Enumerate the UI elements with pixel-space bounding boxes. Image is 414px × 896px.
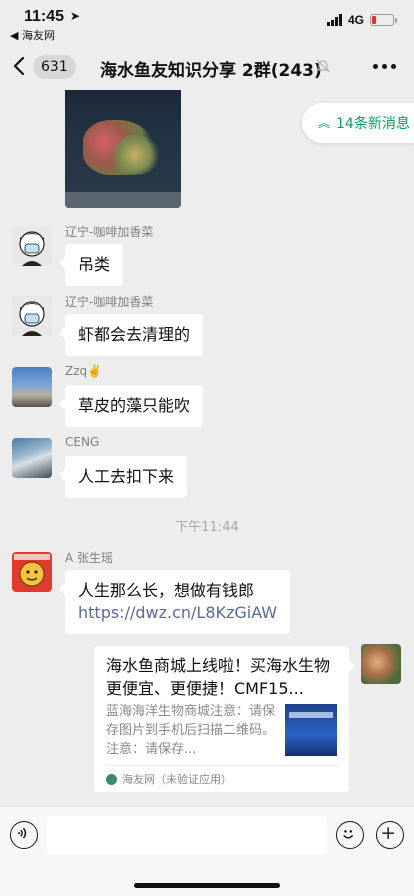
card-title: 海水鱼商城上线啦！买海水生物更便宜、更便捷！CMF15... [106,656,331,698]
message-link[interactable]: https://dwz.cn/L8KzGiAW [78,602,277,624]
app-logo-icon [106,773,117,785]
sender-name: Zzq✌️ [65,364,103,378]
unread-count-badge[interactable]: 631 [33,55,76,79]
sender-name: 辽宁-咖啡加香菜 [65,225,154,239]
avatar[interactable] [12,438,52,478]
avatar[interactable] [12,367,52,407]
new-messages-button[interactable]: ︽ 14条新消息 [302,103,414,143]
avatar[interactable] [12,226,52,266]
plus-icon[interactable] [376,821,404,849]
avatar[interactable] [12,552,52,592]
home-indicator [134,883,280,888]
time-separator: 下午11:44 [175,520,239,535]
link-card[interactable]: 海水鱼商城上线啦！买海水生物更便宜、更便捷！CMF15... 蓝海海洋生物商城注… [94,646,355,792]
card-source: 海友网（未验证应用） [106,771,232,787]
voice-icon[interactable] [10,821,38,849]
card-thumbnail [285,704,337,756]
emoji-icon[interactable] [336,821,364,849]
message-text: 人生那么长，想做有钱郎 [78,581,255,600]
status-indicators: 4G [326,13,397,27]
back-chevron-icon[interactable] [10,54,30,78]
battery-icon [370,14,397,26]
network-type: 4G [347,13,364,27]
double-chevron-up-icon: ︽ [318,116,331,130]
input-bar [0,806,414,896]
signal-icon [326,14,342,26]
message-bubble[interactable]: 虾都会去清理的 [58,314,204,356]
message-bubble[interactable]: 草皮的藻只能吹 [58,385,204,427]
more-options-icon[interactable] [373,64,396,69]
sender-name: CENG [65,435,100,449]
message-bubble[interactable]: 人生那么长，想做有钱郎 https://dwz.cn/L8KzGiAW [58,570,291,634]
sender-name: A 张生瑶 [65,551,114,565]
chat-area[interactable]: ︽ 14条新消息 辽宁-咖啡加香菜 吊类 辽宁-咖啡加香菜 虾都会去清理的 Zz… [0,90,414,806]
image-message[interactable] [65,90,181,208]
mute-bell-icon [316,59,330,73]
back-to-app-link[interactable]: ◀ 海友网 [10,27,55,43]
avatar[interactable] [12,296,52,336]
card-description: 蓝海海洋生物商城注意：请保存图片到手机后扫描二维码。注意：请保存... [106,704,276,757]
status-bar: 11:45 ➤ ◀ 海友网 4G [0,0,414,44]
message-bubble[interactable]: 人工去扣下来 [58,456,188,498]
my-avatar[interactable] [361,644,401,684]
message-bubble[interactable]: 吊类 [58,244,124,286]
divider [106,765,339,766]
card-source-label: 海友网（未验证应用） [122,773,232,786]
nav-bar: 631 海水鱼友知识分享 2群(243) [0,44,414,90]
location-arrow-icon: ➤ [70,9,81,23]
status-time: 11:45 [24,8,65,25]
new-messages-label: 14条新消息 [336,116,410,132]
message-input[interactable] [47,816,327,854]
sender-name: 辽宁-咖啡加香菜 [65,295,154,309]
chat-title: 海水鱼友知识分享 2群(243) [100,61,322,81]
